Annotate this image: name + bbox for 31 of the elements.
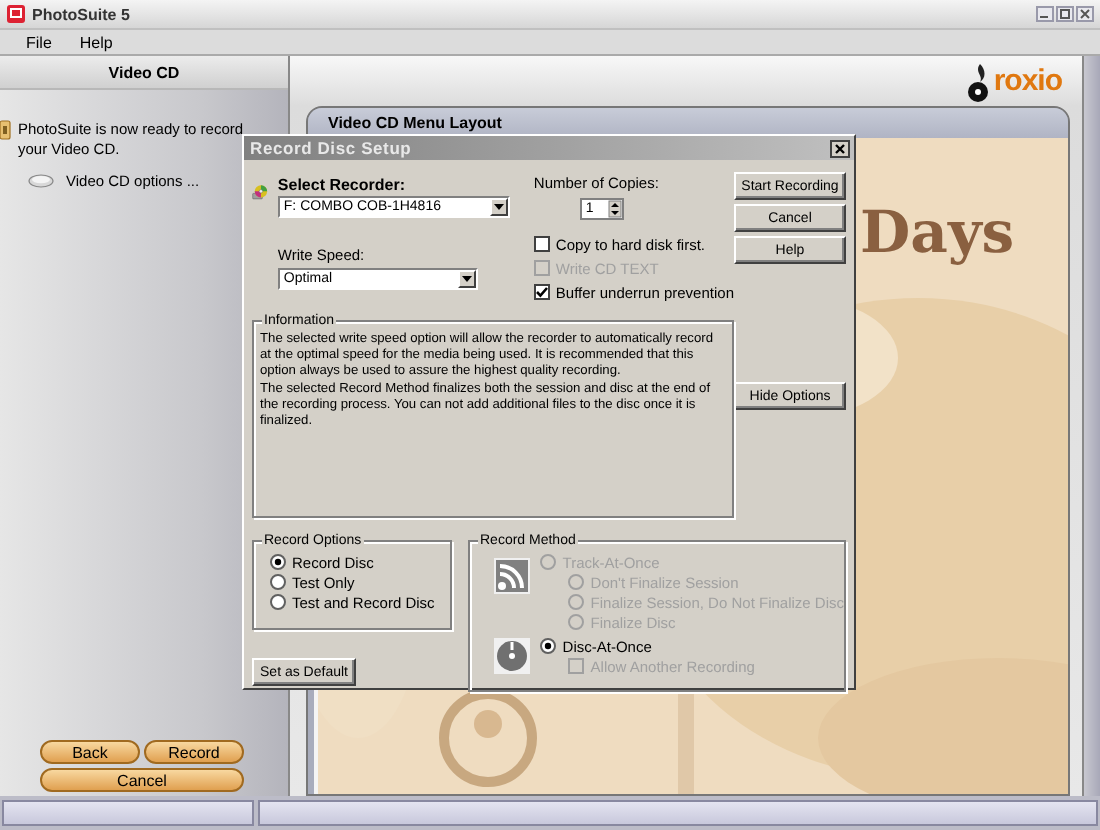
radio-button[interactable] [270,554,286,570]
window-title: PhotoSuite 5 [32,5,130,23]
app-icon [6,4,26,24]
checkbox[interactable] [533,284,550,300]
dropdown-arrow-icon[interactable] [461,276,472,282]
disc-icon [494,638,530,674]
flame-disc-icon [965,61,990,101]
radio-button[interactable] [540,638,557,654]
dropdown-arrow-icon[interactable] [493,204,504,210]
step-icon [0,120,12,140]
maximize-icon[interactable] [1056,6,1074,22]
dialog-title: Record Disc Setup [250,138,412,158]
menu-item[interactable]: Help [79,33,113,51]
frame-title: Video CD Menu Layout [308,108,1068,138]
menu-item[interactable]: File [26,33,52,51]
record-button[interactable]: Record [144,740,244,764]
checkbox[interactable] [533,236,550,252]
close-icon[interactable] [830,139,850,157]
back-button[interactable]: Back [40,740,140,764]
minimize-icon[interactable] [1036,6,1054,22]
field-label: Select Recorder: [277,176,407,194]
oval-icon[interactable] [28,174,54,188]
brand-logo: roxio [993,64,1062,98]
panel-title: Video CD [0,56,288,90]
cancel-button[interactable]: Cancel [40,768,244,792]
close-icon[interactable] [1076,6,1094,22]
menu-heading: Days [860,198,1015,266]
spin-arrows-icon[interactable] [607,200,622,218]
radio-button[interactable] [270,574,286,590]
radio-button[interactable] [270,594,286,610]
track-signal-icon [494,558,530,594]
